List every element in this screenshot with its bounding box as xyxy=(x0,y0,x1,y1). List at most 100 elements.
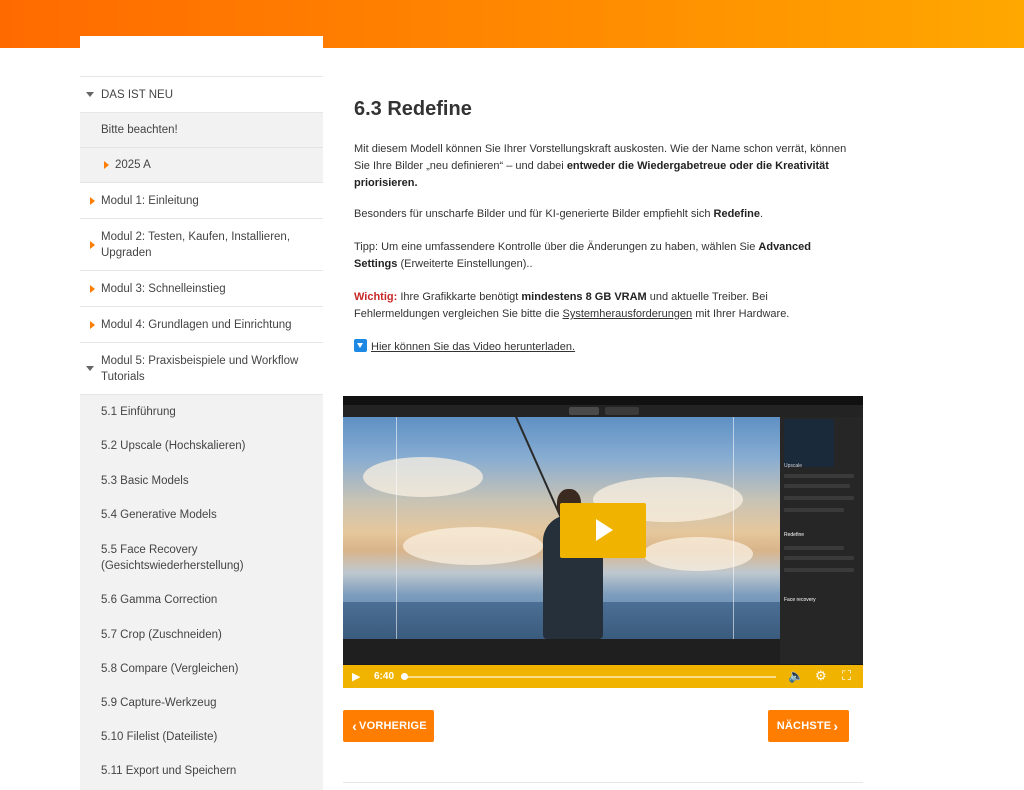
sidebar-item-label: 5.11 Export und Speichern xyxy=(101,765,237,777)
panel-face-recovery-label: Face recovery xyxy=(784,597,816,603)
sidebar-item-5-7[interactable]: 5.7 Crop (Zuschneiden) xyxy=(80,617,323,652)
sidebar-item-5-8[interactable]: 5.8 Compare (Vergleichen) xyxy=(80,652,323,686)
panel-control xyxy=(784,474,854,478)
sidebar-item-5-1[interactable]: 5.1 Einführung xyxy=(80,395,323,429)
sidebar-item-bitte-beachten[interactable]: Bitte beachten! xyxy=(80,113,323,148)
sidebar-item-das-ist-neu[interactable]: DAS IST NEU xyxy=(80,77,323,113)
sidebar-item-label: Bitte beachten! xyxy=(101,124,178,136)
paragraph-bold: Redefine xyxy=(713,208,760,220)
sidebar-item-modul-2[interactable]: Modul 2: Testen, Kaufen, Installieren, U… xyxy=(80,219,323,271)
sidebar-item-label: 5.9 Capture-Werkzeug xyxy=(101,697,217,709)
panel-upscale-label: Upscale xyxy=(784,463,803,469)
video-app-tab xyxy=(605,407,639,415)
sidebar-top-blank xyxy=(80,36,323,77)
sidebar-item-label: Modul 1: Einleitung xyxy=(101,194,199,207)
video-progress-knob[interactable] xyxy=(401,673,408,680)
paragraph-tip: Tipp: Um eine umfassendere Kontrolle übe… xyxy=(354,239,854,273)
video-app-toolbar xyxy=(343,405,863,417)
content-header: 6.3 Redefine xyxy=(354,96,854,122)
next-button-label: NÄCHSTE xyxy=(776,720,832,732)
chevron-right-icon xyxy=(90,240,95,249)
sidebar-item-label: 5.10 Filelist (Dateiliste) xyxy=(101,731,218,743)
sidebar-item-label: 5.7 Crop (Zuschneiden) xyxy=(101,628,222,641)
compare-divider xyxy=(733,417,734,639)
page-title: 6.3 Redefine xyxy=(354,98,472,120)
sidebar-item-5-2[interactable]: 5.2 Upscale (Hochskalieren) xyxy=(80,429,323,463)
video-download-link[interactable]: Hier können Sie das Video herunterladen. xyxy=(371,341,575,353)
sidebar-item-2025-a[interactable]: 2025 A xyxy=(80,148,323,183)
sidebar-item-modul-3[interactable]: Modul 3: Schnelleinstieg xyxy=(80,271,323,307)
chevron-right-icon xyxy=(90,320,95,329)
video-app-menubar xyxy=(343,396,863,405)
sidebar-item-label: Modul 3: Schnelleinstieg xyxy=(101,282,226,295)
image-cloud xyxy=(403,527,543,565)
sidebar-item-5-9[interactable]: 5.9 Capture-Werkzeug xyxy=(80,686,323,720)
panel-redefine-label: Redefine xyxy=(784,532,805,538)
download-row: Hier können Sie das Video herunterladen. xyxy=(354,339,854,356)
paragraph-warning: Wichtig: Ihre Grafikkarte benötigt minde… xyxy=(354,289,854,323)
sidebar-item-label: 5.6 Gamma Correction xyxy=(101,594,218,606)
sidebar-item-modul-5[interactable]: Modul 5: Praxisbeispiele und Workflow Tu… xyxy=(80,343,323,395)
sidebar-item-modul-4[interactable]: Modul 4: Grundlagen und Einrichtung xyxy=(80,307,323,343)
sidebar-item-label: 5.2 Upscale (Hochskalieren) xyxy=(101,440,246,452)
warning-label: Wichtig: xyxy=(354,291,398,303)
sidebar-item-label: 5.3 Basic Models xyxy=(101,474,189,487)
video-app-bottombar xyxy=(343,639,780,664)
sidebar-item-label: 2025 A xyxy=(115,159,151,171)
sidebar-item-label: 5.1 Einführung xyxy=(101,406,176,418)
paragraph-intro: Mit diesem Modell können Sie Ihrer Vorst… xyxy=(354,141,854,192)
content-divider xyxy=(343,782,863,783)
sidebar-item-label: Modul 4: Grundlagen und Einrichtung xyxy=(101,318,292,331)
panel-control xyxy=(784,556,854,560)
video-app-thumbnail xyxy=(784,419,834,467)
sidebar-item-label: 5.4 Generative Models xyxy=(101,509,217,521)
sidebar-item-label: 5.5 Face Recovery (Gesichtswiederherstel… xyxy=(101,543,244,572)
panel-slider xyxy=(784,568,854,572)
paragraph-text: Besonders für unscharfe Bilder und für K… xyxy=(354,208,714,220)
sidebar-item-5-4[interactable]: 5.4 Generative Models xyxy=(80,498,323,532)
sidebar-item-label: DAS IST NEU xyxy=(101,88,173,101)
paragraph-text: mit Ihrer Hardware. xyxy=(692,308,790,320)
video-progress-track[interactable] xyxy=(402,676,776,678)
next-button[interactable]: NÄCHSTE › xyxy=(768,710,849,742)
chevron-down-icon xyxy=(86,366,94,371)
sidebar-nav: DAS IST NEU Bitte beachten! 2025 A Modul… xyxy=(80,36,323,790)
paragraph-text: . xyxy=(759,208,764,220)
image-cloud xyxy=(363,457,483,497)
settings-gear-icon[interactable]: ⚙ xyxy=(815,669,827,683)
previous-button[interactable]: ‹ VORHERIGE xyxy=(343,710,434,742)
chevron-down-icon xyxy=(86,92,94,97)
paragraph-bold: mindestens 8 GB VRAM xyxy=(521,291,647,303)
sidebar-item-modul-1[interactable]: Modul 1: Einleitung xyxy=(80,183,323,219)
compare-divider xyxy=(396,417,397,639)
paragraph-recommendation: Besonders für unscharfe Bilder und für K… xyxy=(354,206,854,223)
sidebar-item-5-10[interactable]: 5.10 Filelist (Dateiliste) xyxy=(80,720,323,754)
paragraph-text: Ihre Grafikkarte benötigt xyxy=(397,291,522,303)
volume-icon[interactable]: 🔈 xyxy=(788,669,804,683)
chevron-right-icon xyxy=(104,161,109,169)
chevron-right-icon xyxy=(90,196,95,205)
video-time: 6:40 xyxy=(374,671,395,682)
play-icon[interactable]: ▶ xyxy=(352,670,360,684)
fullscreen-icon[interactable]: ⛶ xyxy=(842,669,851,683)
sidebar-item-5-3[interactable]: 5.3 Basic Models xyxy=(80,463,323,498)
paragraph-text: (Erweiterte Einstellungen).. xyxy=(397,258,533,270)
panel-control xyxy=(784,546,844,550)
system-requirements-link[interactable]: Systemherausforderungen xyxy=(563,308,693,320)
chevron-right-icon: › xyxy=(833,718,839,734)
panel-control xyxy=(784,484,850,488)
sidebar-item-5-6[interactable]: 5.6 Gamma Correction xyxy=(80,583,323,617)
panel-control xyxy=(784,496,854,500)
sidebar-item-label: 5.8 Compare (Vergleichen) xyxy=(101,663,239,675)
sidebar-item-label: Modul 2: Testen, Kaufen, Installieren, U… xyxy=(101,230,291,259)
image-cloud xyxy=(643,537,753,571)
chevron-right-icon xyxy=(90,284,95,293)
sidebar-item-5-11[interactable]: 5.11 Export und Speichern xyxy=(80,754,323,788)
play-button[interactable] xyxy=(560,503,646,558)
panel-control xyxy=(784,508,844,512)
sidebar-item-5-5[interactable]: 5.5 Face Recovery (Gesichtswiederherstel… xyxy=(80,532,323,583)
video-app-tab xyxy=(569,407,599,415)
paragraph-text: Tipp: Um eine umfassendere Kontrolle übe… xyxy=(354,241,759,253)
sidebar-item-label: Modul 5: Praxisbeispiele und Workflow Tu… xyxy=(101,354,299,383)
download-icon xyxy=(354,339,367,352)
